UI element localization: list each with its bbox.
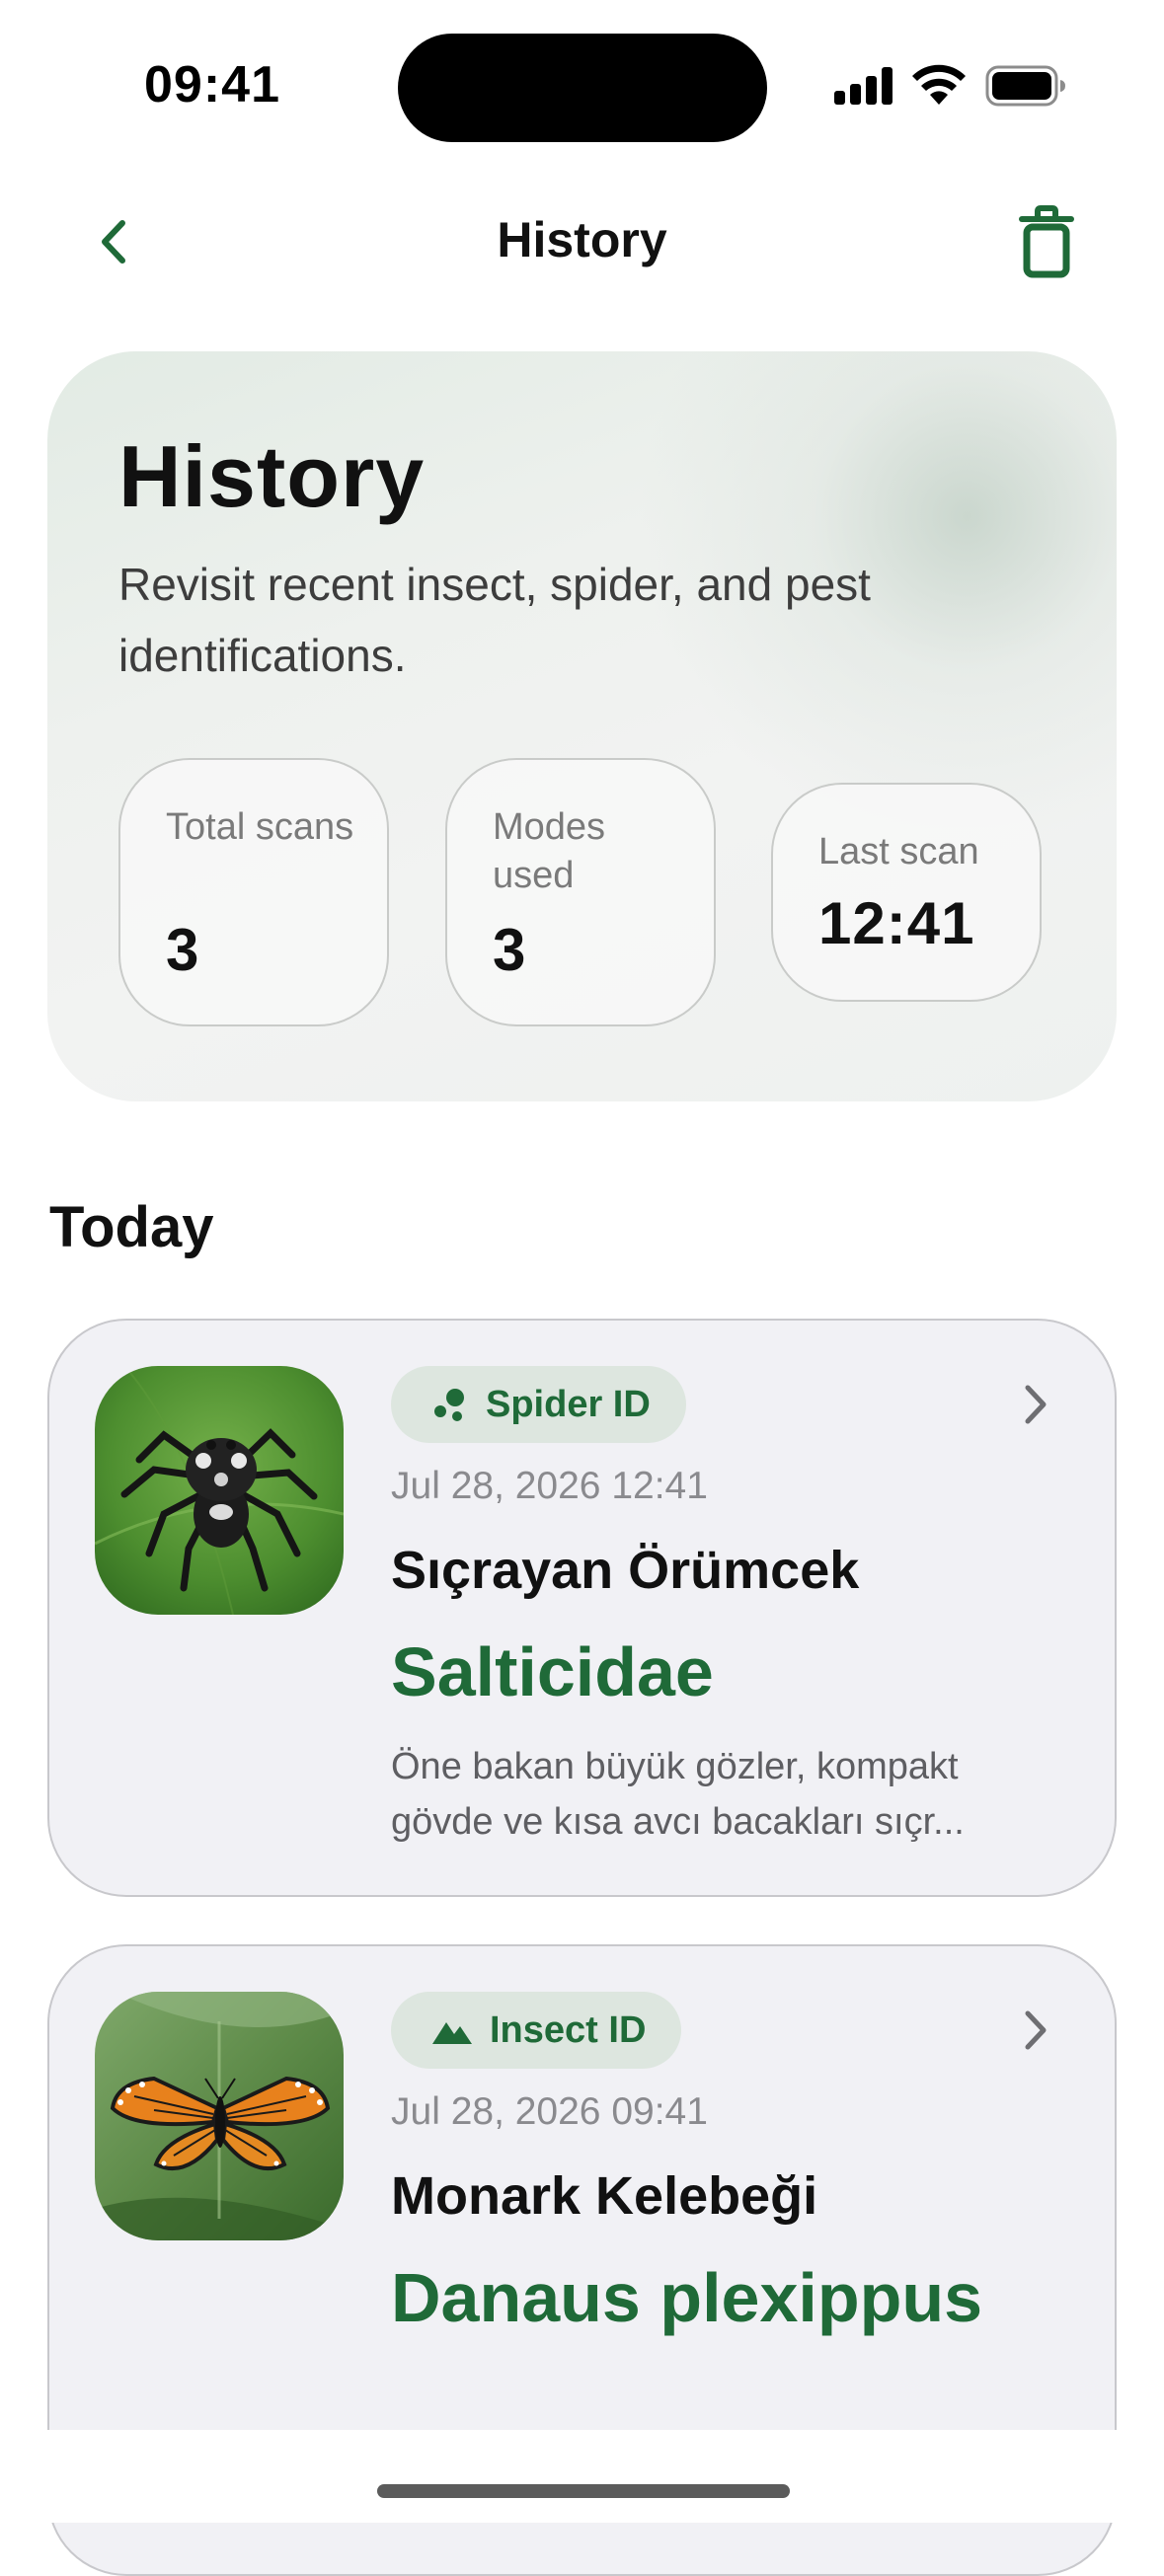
wifi-icon [912,64,966,105]
stat-modes-used: Modes used 3 [445,758,716,1026]
mode-chip: Spider ID [391,1366,686,1443]
description-line: Öne bakan büyük gözler, kompakt [391,1746,959,1787]
stat-last-scan: Last scan 12:41 [771,783,1042,1002]
stat-value: 3 [166,917,200,983]
clear-history-button[interactable] [1007,197,1086,286]
nav-title: History [497,212,667,267]
stat-label: Last scan [818,831,979,872]
cellular-signal-icon [834,65,893,105]
mode-chip: Insect ID [391,1992,682,2069]
home-indicator[interactable] [377,2484,790,2498]
navigation-bar: History [0,188,1164,296]
species-thumbnail [95,1992,344,2240]
mode-label: Spider ID [486,1383,651,1425]
scientific-name: Salticidae [391,1633,714,1710]
description-line: gövde ve kısa avcı bacakları sıçr... [391,1801,965,1843]
description: Öne bakan büyük gözler, kompakt gövde ve… [391,1739,1023,1850]
scan-date: Jul 28, 2026 09:41 [391,2090,708,2133]
bottom-safe-area [0,2430,1164,2523]
stat-value: 3 [493,917,527,983]
chevron-right-icon [1025,2010,1047,2050]
hero-subtitle: Revisit recent insect, spider, and pest … [118,559,871,681]
scientific-name: Danaus plexippus [391,2259,983,2336]
battery-icon [985,65,1065,107]
stat-value: 12:41 [818,890,975,956]
stat-total-scans: Total scans 3 [118,758,389,1026]
history-summary-card: History Revisit recent insect, spider, a… [47,351,1117,1101]
hero-title: History [118,427,426,525]
spider-dots-icon [434,1389,464,1421]
stat-label: Modes used [493,806,606,896]
status-time: 09:41 [144,56,280,114]
dynamic-island [398,34,767,142]
section-title-today: Today [49,1195,214,1259]
species-thumbnail [95,1366,344,1615]
common-name: Monark Kelebeği [391,2166,818,2226]
trash-icon [1019,205,1074,278]
common-name: Sıçrayan Örümcek [391,1541,860,1600]
chevron-right-icon [1025,1385,1047,1424]
mode-label: Insect ID [490,2008,647,2051]
stat-label: Total scans [166,806,354,848]
mountain-icon [432,2022,472,2044]
status-bar: 09:41 [0,0,1164,168]
history-item[interactable]: Spider ID Jul 28, 2026 12:41 Sıçrayan Ör… [47,1319,1117,1897]
scan-date: Jul 28, 2026 12:41 [391,1465,708,1507]
